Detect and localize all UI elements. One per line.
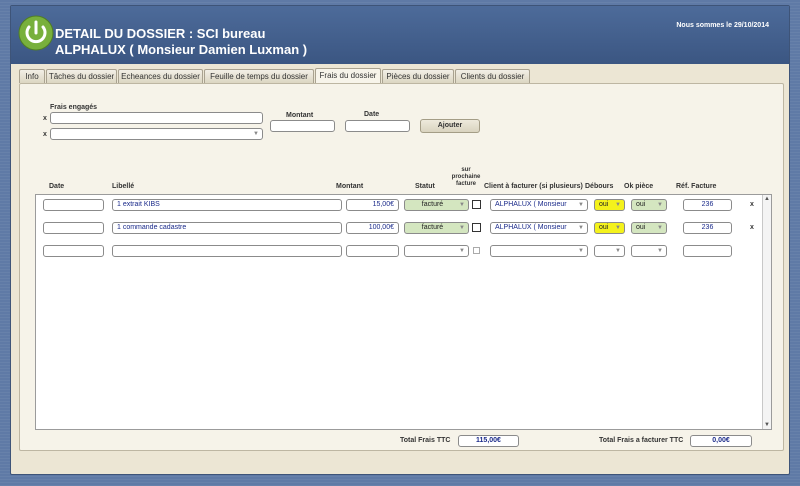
row-delete-button[interactable]: x bbox=[750, 201, 754, 208]
row-okpiece-value: oui bbox=[636, 224, 646, 231]
dropdown-arrow-icon: ▼ bbox=[578, 202, 584, 208]
tab-info[interactable]: Info bbox=[19, 69, 45, 83]
current-date: Nous sommes le 29/10/2014 bbox=[676, 22, 769, 29]
row-statut-value: facturé bbox=[421, 201, 444, 208]
total-a-facturer-label: Total Frais a facturer TTC bbox=[599, 437, 684, 444]
row-prochaine-checkbox[interactable] bbox=[472, 200, 481, 209]
row-delete-button[interactable]: x bbox=[750, 224, 754, 231]
frais-text-input[interactable] bbox=[50, 112, 263, 124]
row-date-field[interactable] bbox=[43, 199, 104, 211]
col-ref-facture: Réf. Facture bbox=[676, 183, 717, 190]
scroll-up-icon[interactable]: ▲ bbox=[764, 196, 770, 202]
frais-table: 1 extrait KIBS 15,00€ facturé ▼ ALPHALUX … bbox=[35, 194, 772, 430]
row-statut-value: facturé bbox=[421, 224, 444, 231]
tab-pieces[interactable]: Pièces du dossier bbox=[382, 69, 454, 83]
dropdown-arrow-icon: ▼ bbox=[657, 202, 663, 208]
dropdown-arrow-icon: ▼ bbox=[459, 202, 465, 208]
row-ref-field[interactable]: 236 bbox=[683, 199, 732, 211]
tab-taches[interactable]: Tâches du dossier bbox=[46, 69, 117, 83]
dropdown-arrow-icon: ▼ bbox=[253, 131, 259, 137]
frais-engages-label: Frais engagés bbox=[50, 104, 98, 111]
total-frais-label: Total Frais TTC bbox=[400, 437, 451, 444]
new-ref-field[interactable] bbox=[683, 245, 732, 257]
new-libelle-field[interactable] bbox=[112, 245, 342, 257]
date-input[interactable] bbox=[345, 120, 410, 132]
new-statut-select[interactable]: ▼ bbox=[404, 245, 469, 257]
dropdown-arrow-icon: ▼ bbox=[615, 202, 621, 208]
tab-feuille-temps[interactable]: Feuille de temps du dossier bbox=[204, 69, 314, 83]
scroll-down-icon[interactable]: ▼ bbox=[764, 422, 770, 428]
row-okpiece-value: oui bbox=[636, 201, 646, 208]
row-debours-value: oui bbox=[599, 224, 609, 231]
tab-clients[interactable]: Clients du dossier bbox=[455, 69, 530, 83]
row-prochaine-checkbox[interactable] bbox=[472, 223, 481, 232]
dropdown-arrow-icon: ▼ bbox=[578, 248, 584, 254]
row-debours-select[interactable]: oui ▼ bbox=[594, 222, 625, 234]
col-prochaine-1: sur bbox=[461, 167, 471, 173]
new-debours-select[interactable]: ▼ bbox=[594, 245, 625, 257]
new-montant-field[interactable] bbox=[346, 245, 399, 257]
col-prochaine-2: prochaine bbox=[451, 174, 481, 180]
dropdown-arrow-icon: ▼ bbox=[459, 225, 465, 231]
col-client: Client à facturer (si plusieurs) bbox=[484, 183, 583, 190]
total-frais-value: 115,00€ bbox=[458, 435, 519, 447]
total-a-facturer-value: 0,00€ bbox=[690, 435, 752, 447]
frais-panel: Frais engagés x x ▼ Montant Date Ajouter… bbox=[19, 83, 784, 451]
new-date-field[interactable] bbox=[43, 245, 104, 257]
row-montant-field[interactable]: 100,00€ bbox=[346, 222, 399, 234]
row-statut-select[interactable]: facturé ▼ bbox=[404, 199, 469, 211]
row-debours-select[interactable]: oui ▼ bbox=[594, 199, 625, 211]
row-okpiece-select[interactable]: oui ▼ bbox=[631, 222, 667, 234]
new-okpiece-select[interactable]: ▼ bbox=[631, 245, 667, 257]
tab-frais[interactable]: Frais du dossier bbox=[315, 68, 381, 84]
power-icon[interactable] bbox=[17, 14, 55, 52]
dropdown-arrow-icon: ▼ bbox=[615, 248, 621, 254]
dropdown-arrow-icon: ▼ bbox=[615, 225, 621, 231]
row-okpiece-select[interactable]: oui ▼ bbox=[631, 199, 667, 211]
col-date: Date bbox=[49, 183, 65, 190]
row-montant-field[interactable]: 15,00€ bbox=[346, 199, 399, 211]
dropdown-arrow-icon: ▼ bbox=[657, 248, 663, 254]
header-bar: DETAIL DU DOSSIER : SCI bureau ALPHALUX … bbox=[11, 6, 789, 64]
page-title: DETAIL DU DOSSIER : SCI bureau bbox=[55, 26, 266, 41]
row-client-select[interactable]: ALPHALUX ( Monsieur ▼ bbox=[490, 222, 588, 234]
clear-frais-select[interactable]: x bbox=[43, 131, 47, 138]
row-client-select[interactable]: ALPHALUX ( Monsieur ▼ bbox=[490, 199, 588, 211]
row-client-value: ALPHALUX ( Monsieur bbox=[495, 224, 567, 231]
clear-frais-text[interactable]: x bbox=[43, 115, 47, 122]
new-client-select[interactable]: ▼ bbox=[490, 245, 588, 257]
tab-echeances[interactable]: Echeances du dossier bbox=[118, 69, 203, 83]
ajouter-button[interactable]: Ajouter bbox=[420, 119, 480, 133]
col-ok-piece: Ok pièce bbox=[624, 183, 654, 190]
new-prochaine-checkbox[interactable] bbox=[473, 247, 480, 254]
row-libelle-field[interactable]: 1 extrait KIBS bbox=[112, 199, 342, 211]
col-debours: Débours bbox=[585, 183, 614, 190]
row-libelle-field[interactable]: 1 commande cadastre bbox=[112, 222, 342, 234]
app-window: DETAIL DU DOSSIER : SCI bureau ALPHALUX … bbox=[10, 5, 790, 475]
montant-label: Montant bbox=[286, 112, 314, 119]
col-statut: Statut bbox=[415, 183, 435, 190]
page-subtitle: ALPHALUX ( Monsieur Damien Luxman ) bbox=[55, 42, 308, 57]
col-libelle: Libellé bbox=[112, 183, 135, 190]
row-statut-select[interactable]: facturé ▼ bbox=[404, 222, 469, 234]
date-label: Date bbox=[364, 111, 380, 118]
col-prochaine-3: facture bbox=[455, 181, 476, 187]
vertical-scrollbar[interactable]: ▲ ▼ bbox=[762, 195, 771, 429]
montant-input[interactable] bbox=[270, 120, 335, 132]
dropdown-arrow-icon: ▼ bbox=[459, 248, 465, 254]
row-debours-value: oui bbox=[599, 201, 609, 208]
col-montant: Montant bbox=[336, 183, 364, 190]
frais-select[interactable]: ▼ bbox=[50, 128, 263, 140]
row-client-value: ALPHALUX ( Monsieur bbox=[495, 201, 567, 208]
dropdown-arrow-icon: ▼ bbox=[657, 225, 663, 231]
row-ref-field[interactable]: 236 bbox=[683, 222, 732, 234]
dropdown-arrow-icon: ▼ bbox=[578, 225, 584, 231]
row-date-field[interactable] bbox=[43, 222, 104, 234]
